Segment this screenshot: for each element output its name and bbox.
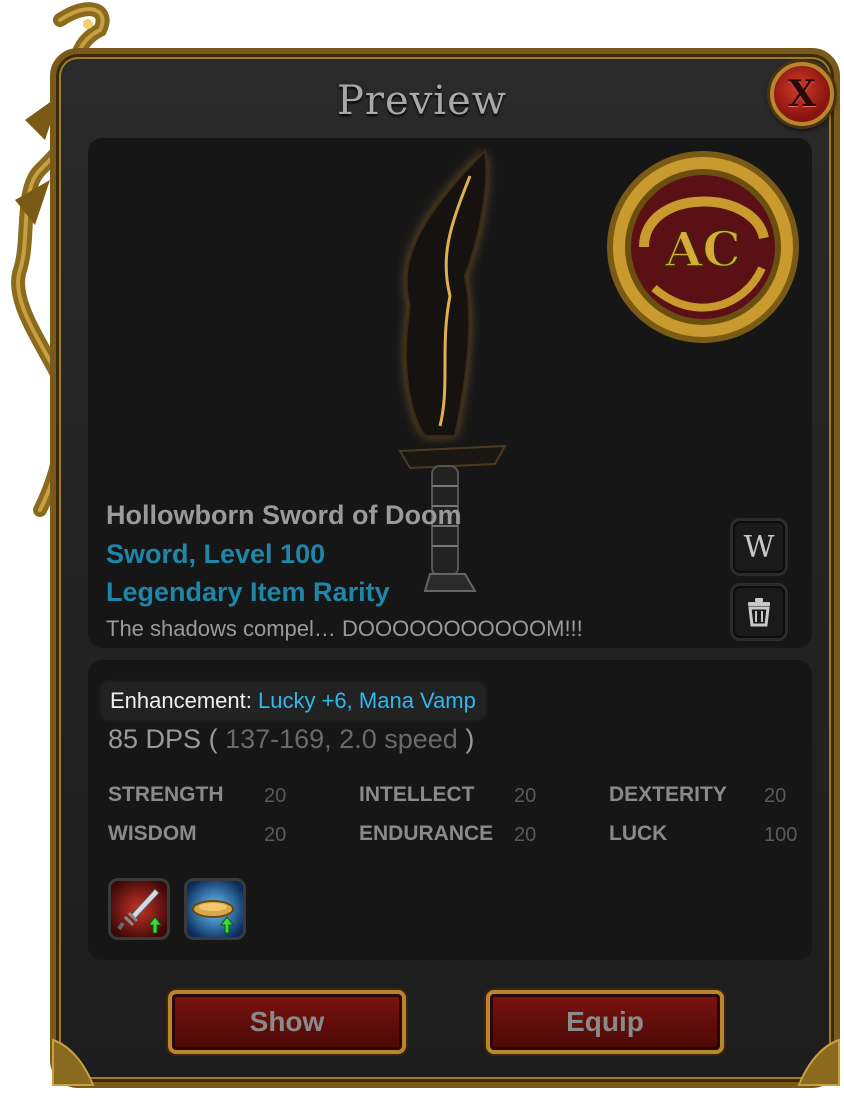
skill-slot[interactable] (184, 878, 246, 940)
stat-name: DEXTERITY (609, 783, 727, 806)
stat-value: 20 (514, 824, 537, 846)
item-description: The shadows compel… DOOOOOOOOOOOM!!! (106, 616, 583, 641)
stat-value: 20 (764, 785, 787, 807)
ac-coin-icon: AC (607, 151, 799, 343)
stat-value: 20 (514, 785, 537, 807)
skill-slot[interactable] (108, 878, 170, 940)
trash-icon (748, 598, 770, 627)
damage-range: 137-169, 2.0 speed (225, 724, 458, 754)
stat-name: WISDOM (108, 822, 197, 845)
sword-upgrade-icon (111, 881, 167, 937)
stat-value: 100 (764, 824, 798, 846)
item-name: Hollowborn Sword of Doom (106, 500, 462, 530)
enhancement-row: Enhancement: Lucky +6, Mana Vamp (102, 683, 484, 719)
dps-value: 85 DPS (108, 724, 202, 754)
dps-line: 85 DPS ( 137-169, 2.0 speed ) (108, 724, 474, 755)
corner-ornament-icon (52, 1038, 95, 1086)
delete-button[interactable] (730, 583, 788, 641)
dps-close-paren: ) (465, 724, 475, 754)
stat-value: 20 (264, 785, 287, 807)
badge-text: AC (664, 222, 740, 278)
boost-upgrade-icon (187, 881, 243, 937)
item-rarity: Legendary Item Rarity (106, 577, 390, 607)
stat-value: 20 (264, 824, 287, 846)
close-button[interactable]: X (770, 62, 834, 126)
item-type-level: Sword, Level 100 (106, 539, 326, 569)
window-title: Preview (336, 78, 507, 124)
equip-button[interactable]: Equip (486, 990, 724, 1054)
corner-ornament-icon (797, 1038, 840, 1086)
stat-name: ENDURANCE (359, 822, 494, 845)
stat-name: INTELLECT (359, 783, 475, 806)
show-button[interactable]: Show (168, 990, 406, 1054)
wiki-icon: W (743, 529, 775, 565)
close-icon: X (788, 73, 816, 115)
enhancement-label: Enhancement: (110, 688, 252, 713)
stat-name: STRENGTH (108, 783, 224, 806)
stat-name: LUCK (609, 822, 668, 845)
enhancement-value: Lucky +6, Mana Vamp (258, 688, 476, 713)
dps-open-paren: ( (208, 724, 218, 754)
wiki-button[interactable]: W (730, 518, 788, 576)
